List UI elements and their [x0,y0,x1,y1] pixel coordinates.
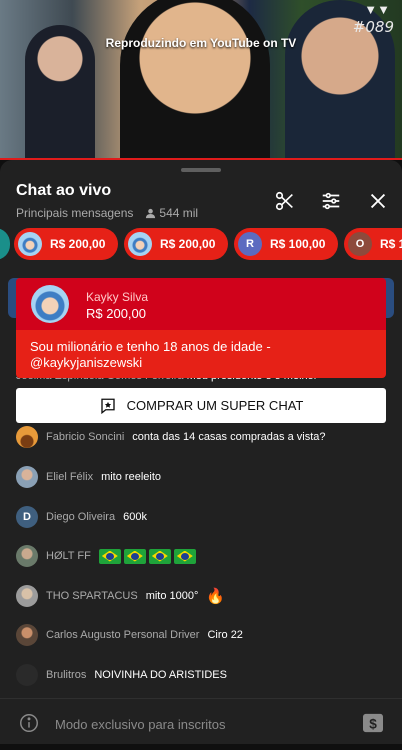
avatar [16,426,38,448]
ticker-item[interactable]: R R$ 100,00 [234,228,338,260]
ticker-item[interactable]: O R$ 1 [344,228,402,260]
avatar [16,585,38,607]
brazil-flags [98,548,196,564]
close-icon[interactable] [367,190,389,212]
avatar [16,664,38,686]
list-item: Eliel Félix mito reeleito [16,466,391,488]
avatar [16,624,38,646]
scissors-icon[interactable] [274,190,296,212]
list-item: HØLT FF [16,545,391,567]
message-author: Brulitros [46,669,87,681]
ticker-item[interactable]: R$ 200,00 [14,228,118,260]
list-item: THO SPARTACUS mito 1000° 🔥 [16,585,391,607]
super-chat-tickers: R$ 200,00 R$ 200,00 R R$ 100,00 O R$ 1 [0,228,402,262]
brazil-flag-icon [98,548,121,564]
message-text: mito 1000° [145,590,199,602]
message-text: Ciro 22 [207,629,243,641]
super-chat-dollar-icon[interactable]: $ [362,713,384,733]
avatar [16,466,38,488]
chat-mode-label: Principais mensagens [16,206,134,220]
svg-text:$: $ [369,716,377,731]
ticker-avatar [18,232,42,256]
pinned-author-name: Kayky Silva [86,290,149,304]
brazil-flag-icon [148,548,171,564]
info-icon[interactable] [18,712,40,734]
ticker-amount: R$ 200,00 [50,237,106,251]
message-author: Eliel Félix [46,471,94,483]
channel-badge: #089 [352,18,394,36]
ticker-amount: R$ 200,00 [160,237,216,251]
message-text: conta das 14 casas compradas a vista? [132,431,326,443]
list-item: Brulitros NOIVINHA DO ARISTIDES [16,664,391,686]
pinned-super-chat[interactable]: Kayky Silva R$ 200,00 Sou milionário e t… [16,278,386,378]
message-author: HØLT FF [46,550,91,562]
avatar [16,545,38,567]
super-chat-icon [100,398,115,414]
viewer-count-label: 544 mil [159,206,199,220]
message-author: Fabricio Soncini [46,431,125,443]
buy-super-chat-label: COMPRAR UM SUPER CHAT [126,398,304,413]
channel-logo-icon: ▼▼ [364,2,390,17]
fire-icon: 🔥 [206,588,226,605]
ticker-partial[interactable] [0,228,10,260]
chat-input-bar: Modo exclusivo para inscritos $ [0,698,402,750]
message-author: Diego Oliveira [46,511,116,523]
list-item: Fabricio Soncini conta das 14 casas comp… [16,426,391,448]
message-author: Carlos Augusto Personal Driver [46,629,200,641]
chat-title: Chat ao vivo [16,182,112,199]
person-icon [146,208,156,218]
brazil-flag-icon [173,548,196,564]
ticker-avatar [128,232,152,256]
chat-input-placeholder[interactable]: Modo exclusivo para inscritos [55,717,226,732]
ticker-amount: R$ 100,00 [270,237,326,251]
pinned-message: Sou milionário e tenho 18 anos de idade … [16,330,386,378]
ticker-avatar: R [238,232,262,256]
ticker-amount: R$ 1 [380,237,402,251]
pinned-header: Kayky Silva R$ 200,00 [16,278,386,330]
chat-mode-selector[interactable]: Principais mensagens 544 mil [16,206,198,220]
system-nav-bar [0,744,402,750]
brazil-flag-icon [123,548,146,564]
ticker-item[interactable]: R$ 200,00 [124,228,228,260]
video-player[interactable]: ▼▼ #089 Reproduzindo em YouTube on TV [0,0,402,160]
list-item: D Diego Oliveira 600k [16,506,391,528]
buy-super-chat-button[interactable]: COMPRAR UM SUPER CHAT [16,388,386,423]
message-text: 600k [123,511,147,523]
drag-handle[interactable] [181,168,221,172]
pinned-amount: R$ 200,00 [86,306,146,321]
avatar: D [16,506,38,528]
avatar [31,285,69,323]
message-author: THO SPARTACUS [46,590,138,602]
message-text: NOIVINHA DO ARISTIDES [94,669,227,681]
filter-settings-icon[interactable] [320,190,342,212]
viewer-count: 544 mil [145,206,198,220]
message-text: mito reeleito [101,471,161,483]
casting-status: Reproduzindo em YouTube on TV [105,36,297,50]
list-item: Carlos Augusto Personal Driver Ciro 22 [16,624,391,646]
ticker-avatar: O [348,232,372,256]
video-figure-center [120,0,270,160]
